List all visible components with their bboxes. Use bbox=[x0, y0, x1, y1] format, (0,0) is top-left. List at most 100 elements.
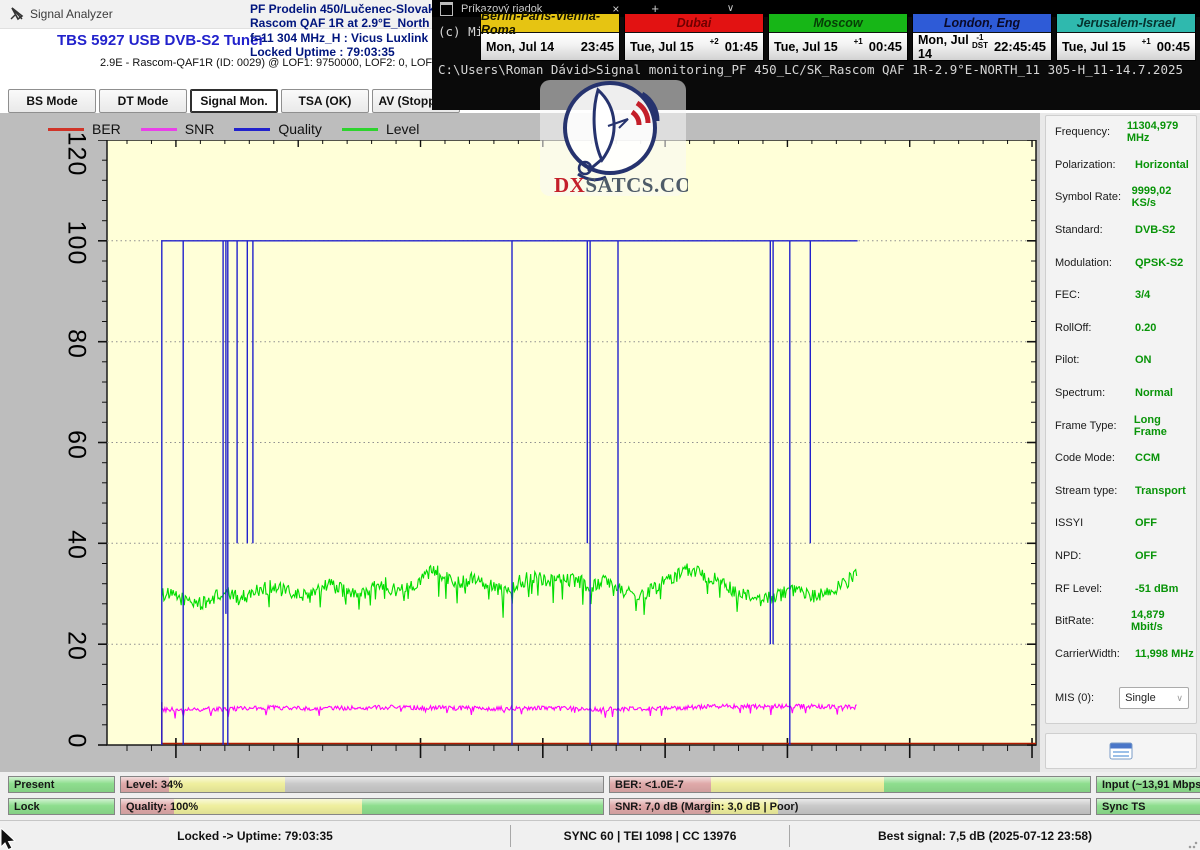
chart-legend: BERSNRQualityLevel bbox=[48, 118, 419, 140]
meter-label: BER: <1.0E-7 bbox=[610, 777, 1090, 793]
clock-body: Mon, Jul 1423:45 bbox=[481, 33, 619, 60]
meter-label: Sync TS bbox=[1097, 799, 1200, 815]
param-value: Horizontal bbox=[1135, 159, 1189, 171]
param-value: Transport bbox=[1135, 485, 1186, 497]
clock-date: Tue, Jul 15 bbox=[1062, 40, 1126, 54]
param-value: QPSK-S2 bbox=[1135, 257, 1183, 269]
param-value: ON bbox=[1135, 354, 1152, 366]
legend-label: Quality bbox=[278, 121, 322, 137]
meter-label: Present bbox=[9, 777, 114, 793]
clock-time: 00:45 bbox=[869, 39, 902, 54]
clock-utc-offset: +1 bbox=[1142, 38, 1151, 46]
signal-chart bbox=[95, 140, 1048, 765]
clock-offset-value: +1 bbox=[854, 38, 863, 46]
clock-time: 01:45 bbox=[725, 39, 758, 54]
clock-date: Mon, Jul 14 bbox=[486, 40, 554, 54]
mouse-cursor bbox=[0, 828, 20, 850]
stream-list-icon bbox=[1109, 742, 1133, 760]
resize-grip[interactable] bbox=[1188, 839, 1198, 849]
meter-level: Level: 34% bbox=[120, 776, 604, 793]
meter-present: Present bbox=[8, 776, 115, 793]
meters-strip: PresentLevel: 34%BER: <1.0E-7Input (~13,… bbox=[0, 772, 1200, 820]
terminal-icon bbox=[440, 2, 453, 16]
y-axis-tick-label: 60 bbox=[62, 430, 91, 460]
param-value: OFF bbox=[1135, 517, 1157, 529]
screen: Signal Analyzer TBS 5927 USB DVB-S2 Tune… bbox=[0, 0, 1200, 850]
meter-lock: Lock bbox=[8, 798, 115, 815]
tab-signal-mon[interactable]: Signal Mon. bbox=[190, 89, 278, 113]
param-row: CarrierWidth:11,998 MHz bbox=[1046, 638, 1196, 671]
meter-label: Level: 34% bbox=[121, 777, 603, 793]
terminal-partial-line: (c) Mi bbox=[438, 24, 483, 39]
param-row: Code Mode:CCM bbox=[1046, 442, 1196, 475]
tab-bs-mode[interactable]: BS Mode bbox=[8, 89, 96, 113]
clock-berlin-paris-vienna-roma: Berlin-Paris-Vienna-RomaMon, Jul 1423:45 bbox=[480, 13, 620, 61]
clock-time: 22:45:45 bbox=[994, 39, 1046, 54]
parameter-box: Frequency:11304,979 MHzPolarization:Hori… bbox=[1045, 115, 1197, 724]
y-axis-tick-label: 100 bbox=[62, 220, 91, 265]
mis-value: Single bbox=[1125, 692, 1156, 704]
legend-item-level: Level bbox=[342, 121, 419, 137]
clock-utc-offset: -1DST bbox=[972, 34, 988, 50]
status-best-signal: Best signal: 7,5 dB (2025-07-12 23:58) bbox=[790, 821, 1180, 850]
param-label: Frame Type: bbox=[1055, 420, 1134, 432]
feed-info: PF Prodelin 450/Lučenec-Slovakia Rascom … bbox=[250, 2, 440, 59]
clock-jerusalem-israel: Jerusalem-IsraelTue, Jul 15+100:45 bbox=[1056, 13, 1196, 61]
legend-swatch-ber bbox=[48, 128, 84, 131]
tab-tsa-ok[interactable]: TSA (OK) bbox=[281, 89, 369, 113]
feed-line-4: Locked Uptime : 79:03:35 bbox=[250, 45, 440, 59]
param-row: Polarization:Horizontal bbox=[1046, 149, 1196, 182]
logo-text-rest: SATCS.COM bbox=[585, 173, 688, 197]
param-value: 11,998 MHz bbox=[1135, 648, 1194, 660]
param-row: Stream type:Transport bbox=[1046, 475, 1196, 508]
tab-dt-mode[interactable]: DT Mode bbox=[99, 89, 187, 113]
world-clocks: Berlin-Paris-Vienna-RomaMon, Jul 1423:45… bbox=[480, 13, 1196, 61]
param-label: CarrierWidth: bbox=[1055, 648, 1135, 660]
meter-label: Lock bbox=[9, 799, 114, 815]
meter-quality: Quality: 100% bbox=[120, 798, 604, 815]
mis-dropdown[interactable]: Single ∨ bbox=[1119, 687, 1189, 709]
clock-body: Mon, Jul 14-1DST22:45:45 bbox=[913, 33, 1051, 60]
param-label: RF Level: bbox=[1055, 583, 1135, 595]
param-value: 14,879 Mbit/s bbox=[1131, 609, 1196, 633]
clock-moscow: MoscowTue, Jul 15+100:45 bbox=[768, 13, 908, 61]
meter-row: Lock Quality: 100% SNR: 7,0 dB (Margin: 3,… bbox=[8, 798, 1200, 815]
param-label: Spectrum: bbox=[1055, 387, 1135, 399]
param-row: RF Level:-51 dBm bbox=[1046, 572, 1196, 605]
param-label: Standard: bbox=[1055, 224, 1135, 236]
legend-label: BER bbox=[92, 121, 121, 137]
param-value: 3/4 bbox=[1135, 289, 1150, 301]
clock-body: Tue, Jul 15 +1 00:45 bbox=[769, 33, 907, 60]
mis-label: MIS (0): bbox=[1055, 692, 1119, 704]
param-row: Frequency:11304,979 MHz bbox=[1046, 116, 1196, 149]
y-axis-tick-label: 80 bbox=[62, 329, 91, 359]
satellite-dish-icon bbox=[9, 6, 25, 22]
meter-sync-ts: Sync TS bbox=[1096, 798, 1200, 815]
status-sync-counters: SYNC 60 | TEI 1098 | CC 13976 bbox=[511, 821, 789, 850]
param-value: CCM bbox=[1135, 452, 1160, 464]
window-title: Signal Analyzer bbox=[30, 7, 113, 21]
svg-text:DXSATCS.COM: DXSATCS.COM bbox=[554, 173, 688, 197]
meter-row: PresentLevel: 34%BER: <1.0E-7Input (~13,… bbox=[8, 776, 1200, 793]
parameter-panel: Frequency:11304,979 MHzPolarization:Hori… bbox=[1040, 113, 1200, 772]
param-label: Polarization: bbox=[1055, 159, 1135, 171]
clock-london-eng: London, EngMon, Jul 14-1DST22:45:45 bbox=[912, 13, 1052, 61]
param-row: Standard:DVB-S2 bbox=[1046, 214, 1196, 247]
stream-list-button[interactable] bbox=[1045, 733, 1197, 769]
param-label: ISSYI bbox=[1055, 517, 1135, 529]
param-row: BitRate:14,879 Mbit/s bbox=[1046, 605, 1196, 638]
param-label: Modulation: bbox=[1055, 257, 1135, 269]
logo-text-dx: DX bbox=[554, 173, 585, 197]
meter-ber: BER: <1.0E-7 bbox=[609, 776, 1091, 793]
param-value: 11304,979 MHz bbox=[1127, 120, 1196, 144]
legend-label: Level bbox=[386, 121, 419, 137]
param-value: OFF bbox=[1135, 550, 1157, 562]
clock-dst-label: DST bbox=[972, 42, 988, 50]
clock-time: 00:45 bbox=[1157, 39, 1190, 54]
meter-label: SNR: 7,0 dB (Margin: 3,0 dB | Poor) bbox=[610, 799, 1090, 815]
param-row: ISSYIOFF bbox=[1046, 507, 1196, 540]
param-value: 0.20 bbox=[1135, 322, 1156, 334]
clock-date: Tue, Jul 15 bbox=[774, 40, 838, 54]
param-row: Pilot:ON bbox=[1046, 344, 1196, 377]
legend-swatch-level bbox=[342, 128, 378, 131]
